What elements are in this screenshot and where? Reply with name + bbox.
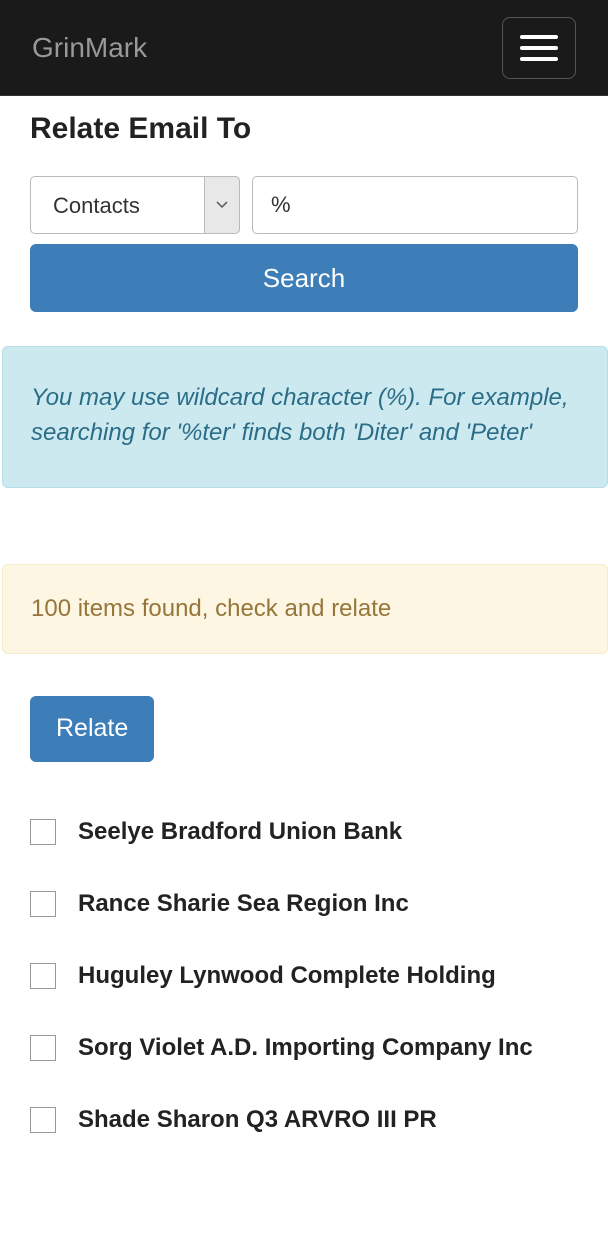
list-item: Rance Sharie Sea Region Inc: [30, 868, 578, 940]
entity-type-select[interactable]: Contacts: [30, 176, 240, 234]
status-panel: 100 items found, check and relate: [2, 564, 608, 654]
result-checkbox[interactable]: [30, 963, 56, 989]
hint-panel: You may use wildcard character (%). For …: [2, 346, 608, 488]
search-row: Contacts: [30, 176, 578, 234]
relate-button[interactable]: Relate: [30, 696, 154, 762]
result-label: Sorg Violet A.D. Importing Company Inc: [78, 1034, 533, 1062]
page-title: Relate Email To: [30, 112, 578, 146]
result-label: Shade Sharon Q3 ARVRO III PR: [78, 1106, 437, 1134]
list-item: Sorg Violet A.D. Importing Company Inc: [30, 1012, 578, 1084]
result-checkbox[interactable]: [30, 819, 56, 845]
search-button[interactable]: Search: [30, 244, 578, 312]
result-label: Seelye Bradford Union Bank: [78, 818, 402, 846]
result-checkbox[interactable]: [30, 1035, 56, 1061]
search-input[interactable]: [252, 176, 578, 234]
hamburger-icon: [520, 57, 558, 61]
list-item: Seelye Bradford Union Bank: [30, 796, 578, 868]
menu-toggle-button[interactable]: [502, 17, 576, 79]
hamburger-icon: [520, 35, 558, 39]
brand-label: GrinMark: [32, 32, 147, 64]
result-list: Seelye Bradford Union Bank Rance Sharie S…: [30, 796, 578, 1156]
list-item: Shade Sharon Q3 ARVRO III PR: [30, 1084, 578, 1156]
list-item: Huguley Lynwood Complete Holding: [30, 940, 578, 1012]
hamburger-icon: [520, 46, 558, 50]
navbar: GrinMark: [0, 0, 608, 96]
result-checkbox[interactable]: [30, 1107, 56, 1133]
result-label: Rance Sharie Sea Region Inc: [78, 890, 409, 918]
result-checkbox[interactable]: [30, 891, 56, 917]
result-label: Huguley Lynwood Complete Holding: [78, 962, 496, 990]
